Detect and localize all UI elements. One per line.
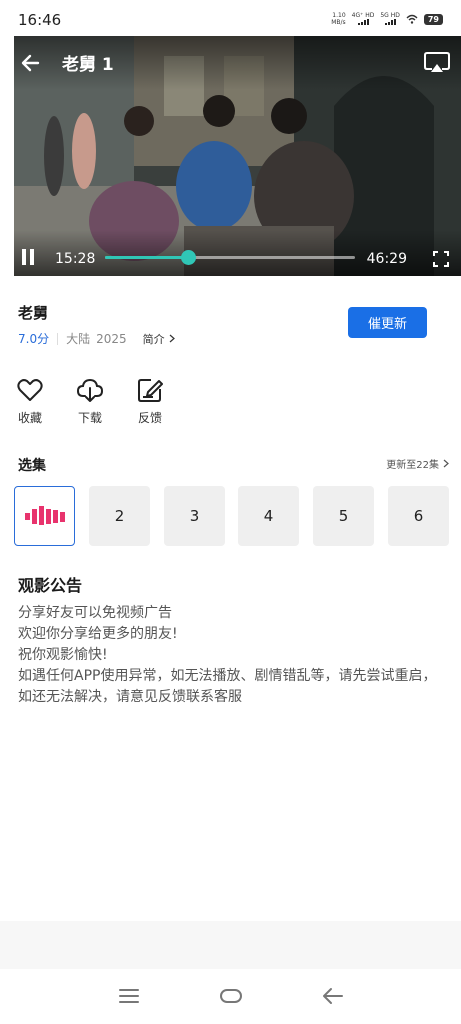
action-row: 收藏 下载 反馈 [0, 376, 461, 426]
bars-icon [24, 506, 65, 525]
notice-title: 观影公告 [18, 576, 83, 595]
episodes-update-text: 更新至22集 [386, 460, 439, 471]
notice-line: 分享好友可以免视频广告 [18, 605, 172, 621]
heart-icon [17, 379, 43, 401]
episode-list: 2 3 4 5 6 [14, 486, 461, 548]
episode-item[interactable]: 4 [238, 486, 299, 546]
back-arrow-icon[interactable] [18, 50, 44, 76]
status-time: 16:46 [18, 11, 62, 29]
home-icon[interactable] [219, 985, 243, 1007]
chevron-right-icon [169, 334, 175, 343]
favorite-label: 收藏 [17, 411, 42, 425]
signal-5g-icon: 5G HD [380, 13, 400, 25]
episodes-title: 选集 [18, 458, 46, 474]
feedback-label: 反馈 [137, 411, 162, 425]
feedback-button[interactable]: 反馈 [125, 376, 175, 426]
year: 2025 [96, 331, 127, 346]
show-title: 老舅 [18, 304, 49, 322]
episode-item[interactable]: 6 [388, 486, 449, 546]
signal-4g-icon: 4G⁺ HD [352, 13, 374, 25]
fullscreen-icon[interactable] [433, 251, 449, 267]
episodes-update-link[interactable]: 更新至22集 [386, 456, 449, 471]
download-button[interactable]: 下载 [65, 376, 115, 426]
intro-link[interactable]: 简介 [143, 331, 175, 347]
notice-line: 祝你观影愉快! [18, 647, 108, 663]
battery-icon: 79 [423, 13, 443, 25]
status-indicators: 1.10 MB/s 4G⁺ HD 5G HD 79 [331, 12, 443, 26]
meta-divider [57, 332, 59, 345]
progress-bar[interactable] [105, 250, 355, 265]
download-label: 下载 [77, 411, 102, 425]
back-icon[interactable] [321, 985, 345, 1007]
network-speed-unit: MB/s [331, 19, 346, 26]
edit-icon [138, 379, 163, 402]
episode-item[interactable]: 2 [89, 486, 150, 546]
episode-item[interactable]: 5 [313, 486, 374, 546]
notice-body: 分享好友可以免视频广告 欢迎你分享给更多的朋友! 祝你观影愉快! 如遇任何APP… [18, 603, 438, 708]
pause-icon[interactable] [20, 249, 36, 267]
progress-fill [105, 256, 189, 259]
notice-line: 如遇任何APP使用异常，如无法播放、剧情错乱等，请先尝试重启，如还无法解决，请意… [18, 668, 437, 705]
wifi-icon [406, 14, 418, 24]
chevron-right-icon [443, 459, 449, 468]
system-nav-bar [0, 969, 461, 1024]
menu-icon[interactable] [117, 985, 141, 1007]
player-title: 老舅 1 [62, 55, 114, 75]
status-bar: 16:46 1.10 MB/s 4G⁺ HD 5G HD 79 [0, 0, 461, 36]
cloud-download-icon [76, 378, 104, 402]
show-meta: 7.0分 大陆 2025 简介 [18, 330, 175, 347]
rating: 7.0分 [18, 332, 50, 346]
current-time: 15:28 [55, 251, 96, 267]
region: 大陆 [66, 332, 91, 346]
episode-1-playing[interactable] [14, 486, 75, 546]
bottom-spacer [0, 921, 461, 969]
intro-label: 简介 [142, 332, 165, 346]
episode-item[interactable]: 3 [164, 486, 225, 546]
network-speed: 1.10 MB/s [331, 12, 345, 26]
total-time: 46:29 [366, 251, 407, 267]
video-player[interactable]: 老舅 1 15:28 46:29 [14, 36, 461, 276]
favorite-button[interactable]: 收藏 [5, 376, 55, 426]
notice-line: 欢迎你分享给更多的朋友! [18, 626, 178, 642]
network-speed-value: 1.10 [332, 12, 346, 19]
urge-update-button[interactable]: 催更新 [348, 307, 427, 338]
cast-icon[interactable] [423, 50, 451, 76]
